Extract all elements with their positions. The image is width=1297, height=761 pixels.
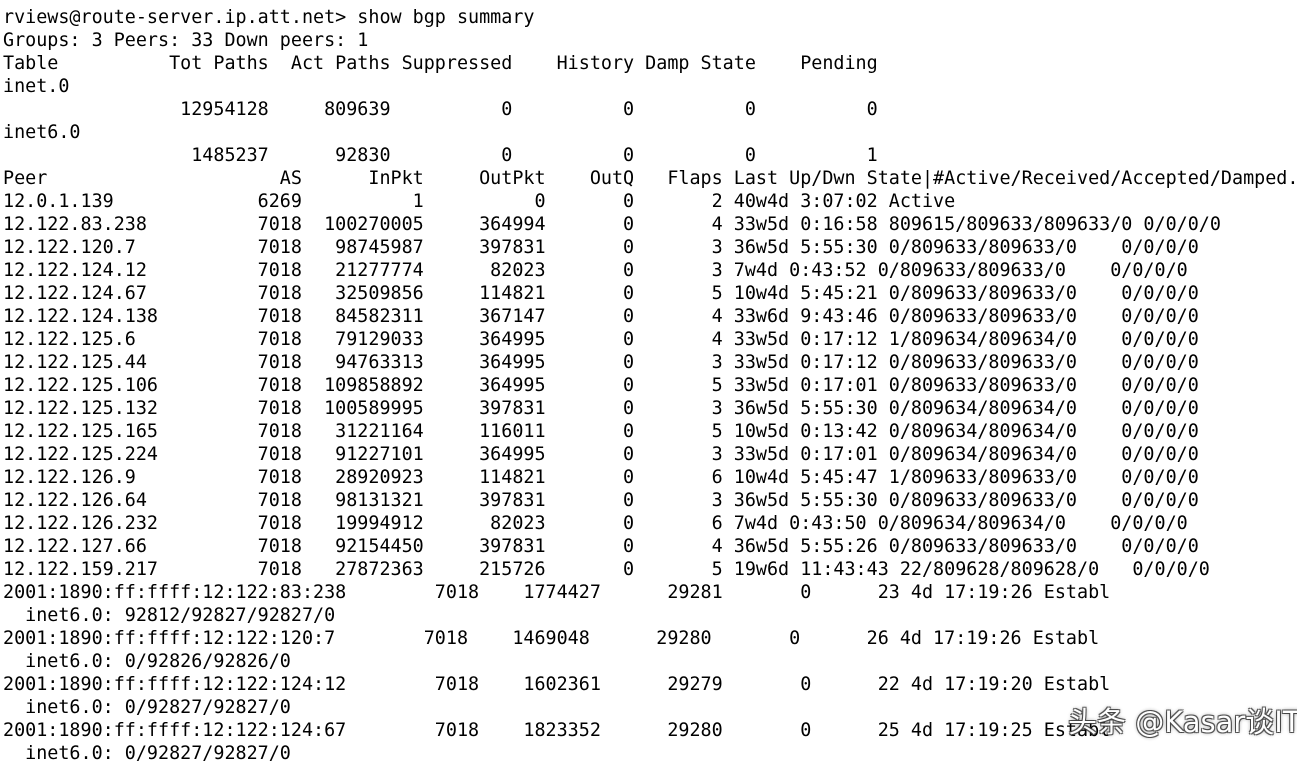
peer-row: 12.122.126.64 7018 98131321 397831 0 3 3… [3, 490, 1199, 511]
peer-row: 12.122.126.9 7018 28920923 114821 0 6 10… [3, 467, 1199, 488]
ipv6-peer-row: 2001:1890:ff:ffff:12:122:83:238 7018 177… [3, 582, 1111, 603]
peer-row: 12.122.125.6 7018 79129033 364995 0 4 33… [3, 329, 1199, 350]
ipv6-peer-detail: inet6.0: 0/92827/92827/0 [3, 697, 291, 718]
ipv6-peer-detail: inet6.0: 92812/92827/92827/0 [3, 605, 336, 626]
table-stats-line: 1485237 92830 0 0 0 1 [3, 145, 878, 166]
peer-row: 12.122.120.7 7018 98745987 397831 0 3 36… [3, 237, 1199, 258]
peer-row: 12.122.127.66 7018 92154450 397831 0 4 3… [3, 536, 1199, 557]
table-name-line: inet6.0 [3, 122, 81, 143]
ipv6-peer-detail: inet6.0: 0/92827/92827/0 [3, 743, 291, 761]
peer-row: 12.122.125.224 7018 91227101 364995 0 3 … [3, 444, 1199, 465]
peer-header-line: Peer AS InPkt OutPkt OutQ Flaps Last Up/… [3, 168, 1297, 189]
ipv6-peer-row: 2001:1890:ff:ffff:12:122:120:7 7018 1469… [3, 628, 1100, 649]
groups-summary-line: Groups: 3 Peers: 33 Down peers: 1 [3, 30, 369, 51]
watermark-text: 头条 @Kasar谈IT [1068, 705, 1297, 739]
peer-row: 12.122.125.165 7018 31221164 116011 0 5 … [3, 421, 1199, 442]
terminal-window[interactable]: rviews@route-server.ip.att.net> show bgp… [0, 0, 1297, 761]
ipv6-peer-row: 2001:1890:ff:ffff:12:122:124:12 7018 160… [3, 674, 1111, 695]
peer-row: 12.122.83.238 7018 100270005 364994 0 4 … [3, 214, 1221, 235]
ipv6-peer-detail: inet6.0: 0/92826/92826/0 [3, 651, 291, 672]
table-header-line: Table Tot Paths Act Paths Suppressed His… [3, 53, 878, 74]
peer-row: 12.122.124.12 7018 21277774 82023 0 3 7w… [3, 260, 1188, 281]
command-prompt-line: rviews@route-server.ip.att.net> show bgp… [3, 7, 535, 28]
table-name-line: inet.0 [3, 76, 70, 97]
peer-row: 12.122.159.217 7018 27872363 215726 0 5 … [3, 559, 1210, 580]
peer-row: 12.122.124.67 7018 32509856 114821 0 5 1… [3, 283, 1199, 304]
table-stats-line: 12954128 809639 0 0 0 0 [3, 99, 878, 120]
peer-row: 12.122.124.138 7018 84582311 367147 0 4 … [3, 306, 1199, 327]
peer-row: 12.122.125.132 7018 100589995 397831 0 3… [3, 398, 1199, 419]
peer-row: 12.122.126.232 7018 19994912 82023 0 6 7… [3, 513, 1188, 534]
ipv6-peer-row: 2001:1890:ff:ffff:12:122:124:67 7018 182… [3, 720, 1111, 741]
peer-row: 12.122.125.44 7018 94763313 364995 0 3 3… [3, 352, 1199, 373]
peer-row: 12.0.1.139 6269 1 0 0 2 40w4d 3:07:02 Ac… [3, 191, 956, 212]
peer-row: 12.122.125.106 7018 109858892 364995 0 5… [3, 375, 1199, 396]
